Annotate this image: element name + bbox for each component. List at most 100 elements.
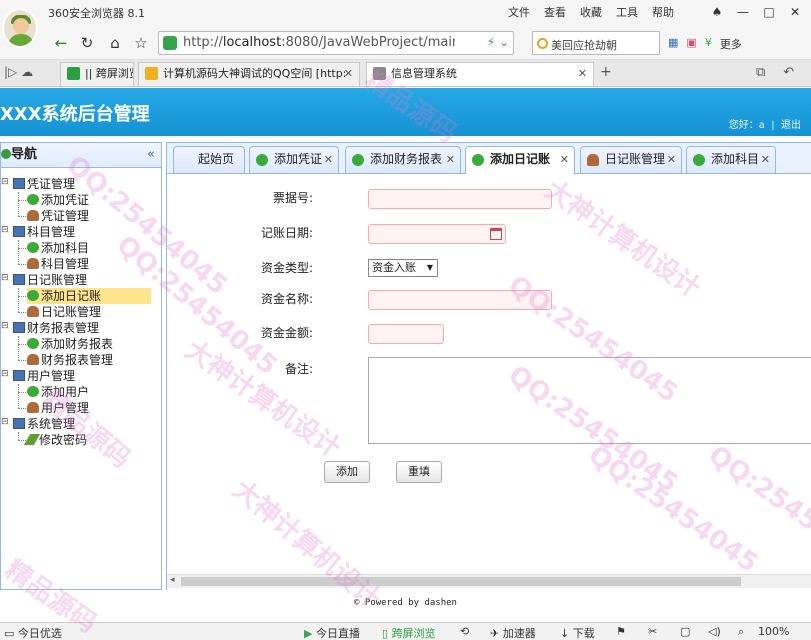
sidebar-item-8[interactable]: 日记账管理	[27, 304, 101, 320]
submit-button[interactable]: 添加	[324, 461, 370, 483]
menu-tools[interactable]: 工具	[616, 4, 638, 20]
url-field[interactable]: http://localhost:8080/JavaWebProject/mai…	[158, 31, 514, 55]
mail-icon[interactable]: ▣	[686, 36, 696, 52]
close-tab-icon[interactable]: ✕	[324, 147, 333, 172]
new-tab-button[interactable]: +	[600, 64, 612, 80]
fund-name-input[interactable]	[368, 290, 552, 310]
close-tab-icon[interactable]: ✕	[761, 147, 770, 172]
expand-toggle-icon[interactable]: ⊟	[1, 369, 9, 379]
user-avatar[interactable]	[2, 8, 38, 48]
collapse-icon[interactable]: «	[147, 143, 155, 167]
sidebar-item-14[interactable]: 用户管理	[27, 400, 89, 416]
note-textarea[interactable]	[368, 357, 811, 444]
restore-icon[interactable]: ⧉	[756, 65, 765, 80]
sidebar-group-3[interactable]: 科目管理	[13, 224, 75, 240]
status-refresh-icon[interactable]: ⟲	[460, 625, 469, 638]
sidebar-item-label: 科目管理	[41, 257, 90, 271]
sidebar-item-2[interactable]: 凭证管理	[27, 208, 89, 224]
sidebar-group-15[interactable]: 系统管理	[13, 416, 75, 432]
tab-3[interactable]: 添加日记账 ✕	[465, 146, 575, 174]
fund-type-select[interactable]: 资金入账 ▼	[368, 259, 438, 277]
maximize-button[interactable]: □	[756, 2, 782, 22]
star-icon[interactable]: ☆	[130, 32, 152, 54]
expand-toggle-icon[interactable]: ⊟	[1, 273, 9, 283]
browser-tab-cross-screen[interactable]: || 跨屏浏览	[60, 62, 134, 86]
close-tab-icon[interactable]: ✕	[560, 147, 569, 172]
sidebar-item-13[interactable]: 添加用户	[27, 384, 89, 400]
sidebar-item-label: 添加凭证	[41, 193, 90, 207]
url-text[interactable]: http://localhost:8080/JavaWebProject/mai…	[183, 35, 455, 50]
refresh-icon[interactable]: ↻	[76, 32, 98, 54]
shirt-icon[interactable]: ♠	[704, 2, 730, 22]
sidebar-item-10[interactable]: 添加财务报表	[27, 336, 113, 352]
scissors-icon[interactable]: ✂	[648, 625, 657, 638]
status-live[interactable]: ▶ 今日直播	[304, 625, 360, 640]
receipt-no-input[interactable]	[368, 189, 552, 209]
zoom-level[interactable]: 100%	[758, 625, 789, 638]
reset-button[interactable]: 重填	[396, 461, 442, 483]
back-arrow-icon[interactable]: ←	[50, 32, 72, 54]
menu-help[interactable]: 帮助	[652, 4, 674, 20]
grid-icon[interactable]: ▦	[668, 36, 678, 52]
tab-5[interactable]: 添加科目 ✕	[686, 146, 776, 173]
flag-icon[interactable]: ⚑	[616, 625, 626, 638]
money-icon[interactable]: ¥	[705, 36, 712, 52]
tab-label: 添加凭证	[274, 152, 323, 166]
status-cross-screen[interactable]: ▯ 跨屏浏览	[382, 625, 436, 640]
menu-file[interactable]: 文件	[508, 4, 530, 20]
sidebar-toggle-icon[interactable]: |▷ ☁	[4, 65, 33, 79]
expand-toggle-icon[interactable]: ⊟	[1, 417, 9, 427]
expand-toggle-icon[interactable]: ⊟	[1, 321, 9, 331]
amount-input[interactable]	[368, 324, 444, 344]
tab-2[interactable]: 添加财务报表 ✕	[345, 146, 461, 173]
sidebar-group-9[interactable]: 财务报表管理	[13, 320, 99, 336]
logout-link[interactable]: 退出	[781, 120, 801, 131]
sidebar-item-11[interactable]: 财务报表管理	[27, 352, 113, 368]
pen-icon	[23, 434, 41, 445]
page-footer: © Powered by dashen	[354, 598, 457, 608]
scroll-thumb[interactable]	[181, 577, 741, 586]
status-accelerator[interactable]: ✈ 加速器	[490, 625, 536, 640]
zoom-glass-icon[interactable]: ⌕	[738, 625, 744, 639]
home-icon[interactable]: ⌂	[104, 32, 126, 54]
scroll-left-icon[interactable]: ◂	[170, 575, 175, 585]
sidebar-group-12[interactable]: 用户管理	[13, 368, 75, 384]
expand-toggle-icon[interactable]: ⊟	[1, 225, 9, 235]
close-tab-icon[interactable]: ✕	[344, 63, 353, 85]
status-today-picks[interactable]: ▭ 今日优选	[4, 625, 62, 640]
browser-tab-qq-space[interactable]: 计算机源码大神调试的QQ空间 [http: ✕	[138, 62, 360, 86]
search-input[interactable]: 美回应抢劫朝	[532, 31, 660, 55]
sidebar-item-4[interactable]: 添加科目	[27, 240, 89, 256]
browser-tab-info-system[interactable]: 信息管理系统 ✕	[366, 62, 594, 86]
window-icon[interactable]: ▢	[680, 625, 690, 638]
sidebar-item-7[interactable]: 添加日记账	[27, 288, 151, 304]
menu-view[interactable]: 查看	[544, 4, 566, 20]
sidebar-item-5[interactable]: 科目管理	[27, 256, 89, 272]
expand-toggle-icon[interactable]: ⊟	[1, 177, 9, 187]
sidebar-group-6[interactable]: 日记账管理	[13, 272, 87, 288]
more-button[interactable]: 更多	[720, 36, 742, 52]
tab-4[interactable]: 日记账管理 ✕	[580, 146, 682, 173]
add-icon	[352, 154, 364, 166]
download-icon: ↓	[560, 627, 570, 640]
horizontal-scrollbar[interactable]: ◂	[167, 574, 811, 588]
tab-1[interactable]: 添加凭证 ✕	[249, 146, 339, 173]
calendar-icon[interactable]	[490, 228, 502, 240]
minimize-button[interactable]: —	[730, 2, 756, 22]
tree-connector	[18, 392, 26, 393]
speaker-icon[interactable]: ◁)	[708, 625, 721, 638]
date-input[interactable]	[368, 224, 506, 244]
undo-icon[interactable]: ↶	[783, 65, 794, 80]
close-tab-icon[interactable]: ✕	[446, 147, 455, 172]
close-tab-icon[interactable]: ✕	[667, 147, 676, 172]
sidebar-item-16[interactable]: 修改密码	[23, 432, 87, 448]
tree-connector	[18, 248, 26, 249]
close-tab-icon[interactable]: ✕	[578, 63, 587, 85]
close-window-button[interactable]: ✕	[782, 2, 808, 22]
sidebar-item-1[interactable]: 添加凭证	[27, 192, 89, 208]
menu-favorites[interactable]: 收藏	[580, 4, 602, 20]
status-download[interactable]: ↓ 下载	[560, 625, 595, 640]
sidebar-group-0[interactable]: 凭证管理	[13, 176, 75, 192]
lightning-icon[interactable]: ⚡ ⌄	[487, 35, 509, 49]
tab-0[interactable]: 起始页	[173, 146, 245, 173]
